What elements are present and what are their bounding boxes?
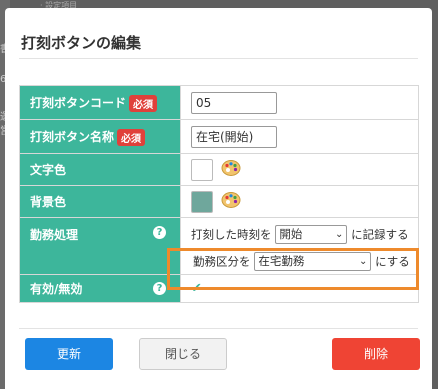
record-time-prefix: 打刻した時刻を — [191, 227, 272, 242]
required-badge: 必須 — [129, 94, 158, 112]
form-row-name: 打刻ボタン名称 必須 在宅(開始) — [19, 119, 419, 154]
record-time-select[interactable]: 開始 ⌄ — [275, 225, 348, 244]
chevron-down-icon: ⌄ — [334, 229, 344, 240]
label-cell: 打刻ボタン名称 必須 — [19, 119, 181, 154]
text-color-label: 文字色 — [19, 153, 181, 186]
help-icon[interactable]: ? — [153, 226, 166, 239]
update-button[interactable]: 更新 — [25, 338, 113, 370]
help-icon[interactable]: ? — [153, 282, 166, 295]
modal-title: 打刻ボタンの編集 — [21, 34, 142, 52]
code-label: 打刻ボタンコード — [30, 95, 127, 110]
delete-button[interactable]: 削除 — [332, 338, 420, 370]
form-row-code: 打刻ボタンコード 必須 05 — [19, 85, 419, 120]
name-input[interactable]: 在宅(開始) — [191, 125, 277, 148]
edit-button-modal: 打刻ボタンの編集 打刻ボタンコード 必須 05 打刻ボタン名称 必須 在宅(開始) … — [5, 8, 432, 389]
form-row-bg-color: 背景色 — [19, 185, 419, 218]
work-label: 勤務処理 — [30, 228, 79, 242]
form-row-text-color: 文字色 — [19, 153, 419, 186]
work-line-1: 打刻した時刻を 開始 ⌄ に記録する — [191, 225, 418, 247]
value-cell — [180, 185, 419, 218]
code-input[interactable]: 05 — [191, 91, 277, 114]
name-label: 打刻ボタン名称 — [30, 129, 115, 144]
label-cell: 勤務処理 ? — [19, 217, 181, 275]
enabled-label: 有効/無効 — [30, 282, 83, 296]
divider — [19, 58, 418, 59]
highlight-annotation — [167, 248, 419, 290]
required-badge: 必須 — [117, 128, 146, 146]
palette-icon[interactable] — [221, 191, 241, 212]
bg-color-swatch[interactable] — [191, 190, 213, 213]
palette-icon[interactable] — [221, 159, 241, 180]
label-cell: 打刻ボタンコード 必須 — [19, 85, 181, 120]
value-cell: 05 — [180, 85, 419, 120]
label-cell: 有効/無効 ? — [19, 274, 181, 303]
value-cell: 在宅(開始) — [180, 119, 419, 154]
value-cell — [180, 153, 419, 186]
record-time-suffix: に記録する — [351, 227, 409, 242]
close-button[interactable]: 閉じる — [139, 338, 227, 370]
text-color-swatch[interactable] — [191, 158, 213, 181]
bg-color-label: 背景色 — [19, 185, 181, 218]
divider — [19, 328, 418, 329]
